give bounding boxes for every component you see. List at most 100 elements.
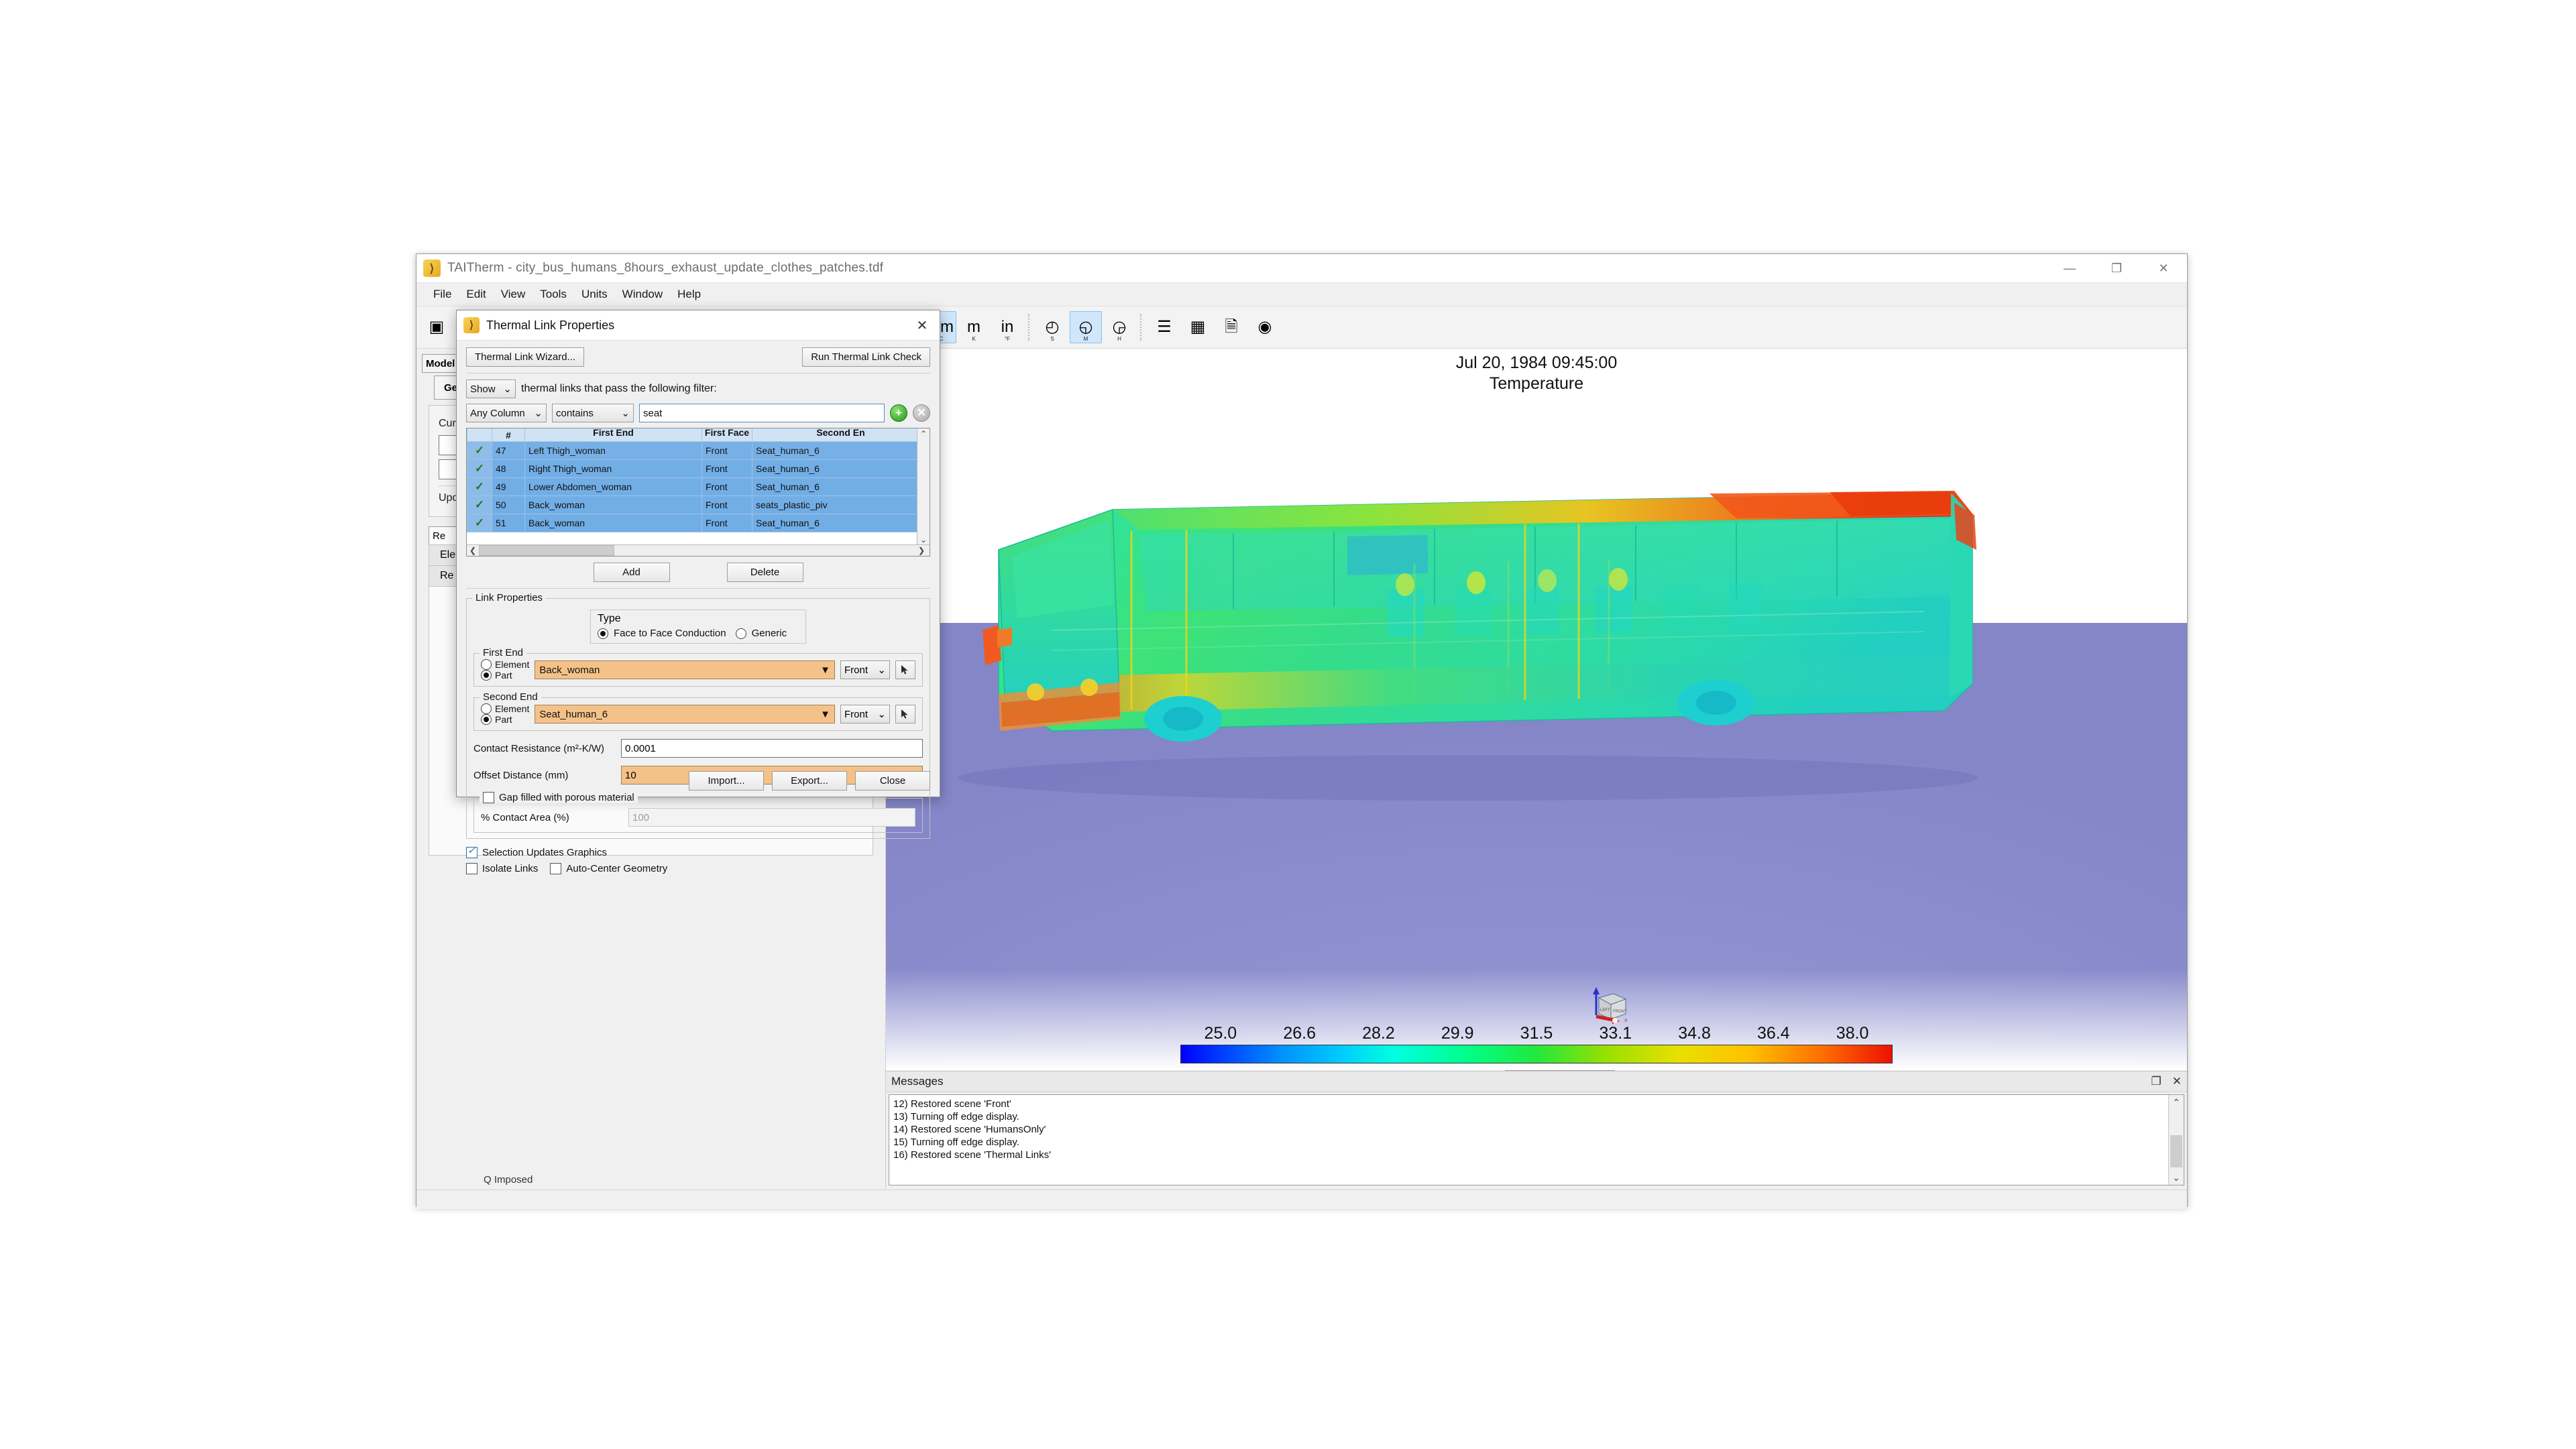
filter-operator-select[interactable]: contains ⌄ [552, 404, 634, 422]
units-in-fahrenheit-icon[interactable]: in °F [991, 311, 1023, 343]
delete-link-button[interactable]: Delete [726, 563, 803, 582]
second-end-pick-button[interactable] [895, 705, 915, 723]
camera-snapshot-icon[interactable]: ▣ [421, 311, 453, 343]
second-end-face-value: Front [844, 708, 869, 720]
close-button[interactable]: ✕ [2140, 254, 2187, 282]
menu-help[interactable]: Help [670, 285, 708, 304]
export-button[interactable]: Export... [772, 771, 847, 791]
filter-query-input[interactable]: seat [639, 404, 885, 422]
time-hours-icon[interactable]: ◶ H [1103, 311, 1135, 343]
scroll-down-icon[interactable]: ⌄ [2169, 1170, 2184, 1185]
add-filter-icon[interactable]: + [890, 404, 907, 422]
table-scroll-up-icon[interactable]: ⌃ [917, 428, 930, 439]
table-row[interactable]: ✓ 47 Left Thigh_woman Front Seat_human_6 [467, 441, 930, 460]
time-hours-icon-label: H [1117, 336, 1121, 342]
column-header-2[interactable]: First End [524, 428, 702, 442]
chevron-down-icon: ▼ [820, 664, 830, 676]
second-end-row: Element Part Seat_human_6 ▼ Front ⌄ [481, 703, 915, 725]
table-row[interactable]: ✓ 50 Back_woman Front seats_plastic_piv [467, 496, 930, 514]
thermal-link-wizard-button[interactable]: Thermal Link Wizard... [466, 347, 585, 367]
contact-resistance-label: Contact Resistance (m²-K/W) [473, 742, 605, 754]
toolbar-separator [1140, 314, 1143, 341]
table-view-icon[interactable]: ▦ [1182, 311, 1214, 343]
tab-model[interactable]: Model [422, 354, 459, 373]
add-link-button[interactable]: Add [593, 563, 670, 582]
filter-criteria-row: Any Column ⌄ contains ⌄ seat + ✕ [466, 404, 930, 422]
report-icon[interactable]: 🗎 [1215, 311, 1247, 343]
second-end-face-select[interactable]: Front ⌄ [840, 705, 890, 723]
row-first-end: Left Thigh_woman [524, 441, 702, 460]
camera-snapshot-icon-glyph: ▣ [429, 318, 445, 336]
restore-button[interactable]: ❐ [2093, 254, 2140, 282]
status-light-icon[interactable]: ◉ [1249, 311, 1281, 343]
3d-viewport[interactable]: Jul 20, 1984 09:45:00 Temperature LEFT F… [886, 349, 2187, 1070]
messages-scrollbar[interactable]: ⌃ ⌄ [2168, 1095, 2184, 1185]
column-header-4[interactable]: Second En [752, 428, 930, 442]
table-h-thumb[interactable] [479, 545, 614, 556]
import-button[interactable]: Import... [689, 771, 764, 791]
table-row[interactable]: ✓ 51 Back_woman Front Seat_human_6 [467, 514, 930, 532]
table-scroll-down-icon[interactable]: ⌄ [917, 534, 930, 545]
isolate-links-checkbox[interactable] [466, 863, 478, 874]
menu-units[interactable]: Units [574, 285, 615, 304]
contact-resistance-row: Contact Resistance (m²-K/W) 0.0001 [473, 739, 923, 758]
units-m-kelvin-icon[interactable]: mK [958, 311, 990, 343]
selection-updates-checkbox[interactable] [466, 845, 478, 858]
radio-generic[interactable] [735, 628, 746, 639]
radio-face-to-face[interactable] [598, 628, 608, 639]
report-icon-glyph: 🗎 [1225, 318, 1238, 336]
contact-resistance-input[interactable]: 0.0001 [621, 739, 923, 758]
column-header-0[interactable] [467, 428, 492, 442]
list-view-icon-glyph: ☰ [1157, 318, 1172, 336]
filter-show-select[interactable]: Show ⌄ [466, 380, 516, 398]
scroll-thumb[interactable] [2170, 1135, 2182, 1167]
row-number: 47 [492, 441, 525, 460]
dialog-close-button[interactable]: ✕ [905, 310, 940, 340]
time-minutes-icon[interactable]: ◵ M [1070, 311, 1102, 343]
menu-edit[interactable]: Edit [459, 285, 493, 304]
column-header-3[interactable]: First Face [702, 428, 752, 442]
menu-window[interactable]: Window [615, 285, 670, 304]
table-row[interactable]: ✓ 48 Right Thigh_woman Front Seat_human_6 [467, 459, 930, 478]
table-row[interactable]: ✓ 49 Lower Abdomen_woman Front Seat_human_6 [467, 477, 930, 496]
radio-first-element[interactable] [481, 659, 492, 670]
orientation-gizmo[interactable]: LEFT FRONT X [1587, 983, 1634, 1030]
second-end-part-select[interactable]: Seat_human_6 ▼ [535, 705, 835, 723]
filter-column-select[interactable]: Any Column ⌄ [466, 404, 547, 422]
table-scroll-left-icon[interactable]: ❮ [467, 546, 479, 555]
table-horizontal-scrollbar[interactable]: ❮ ❯ [467, 544, 930, 556]
first-end-pick-button[interactable] [895, 660, 915, 679]
colorbar-tick-0: 25.0 [1204, 1024, 1237, 1043]
scroll-up-icon[interactable]: ⌃ [2169, 1095, 2184, 1110]
messages-list[interactable]: 12) Restored scene 'Front' 13) Turning of… [889, 1094, 2184, 1185]
table-scroll-right-icon[interactable]: ❯ [913, 546, 930, 555]
clear-filter-icon[interactable]: ✕ [913, 404, 930, 422]
menu-tools[interactable]: Tools [533, 285, 574, 304]
dialog-close-action-button[interactable]: Close [855, 771, 930, 791]
minimize-button[interactable]: — [2046, 254, 2093, 282]
menu-view[interactable]: View [494, 285, 533, 304]
row-second-end: Seat_human_6 [752, 441, 930, 460]
list-view-icon[interactable]: ☰ [1148, 311, 1180, 343]
first-end-face-select[interactable]: Front ⌄ [840, 660, 890, 679]
radio-second-part[interactable] [481, 714, 492, 725]
selection-updates-row: Selection Updates Graphics [466, 845, 930, 858]
first-end-part-select[interactable]: Back_woman ▼ [535, 660, 835, 679]
radio-second-element[interactable] [481, 703, 492, 714]
thermal-link-properties-dialog: ⟩ Thermal Link Properties ✕ Thermal Link… [456, 310, 940, 874]
radio-first-part[interactable] [481, 670, 492, 681]
messages-float-icon[interactable]: ❐ [2151, 1075, 2162, 1088]
run-thermal-link-check-button[interactable]: Run Thermal Link Check [802, 347, 930, 367]
chevron-down-icon: ▼ [820, 708, 830, 720]
table-vertical-scrollbar[interactable]: ⌃ ⌄ [917, 428, 930, 545]
window-buttons: — ❐ ✕ [2046, 254, 2187, 282]
gap-porous-checkbox[interactable] [483, 792, 494, 803]
thermal-links-table[interactable]: ^#First EndFirst FaceSecond En✓47Left Th… [466, 428, 930, 557]
menu-file[interactable]: File [426, 285, 459, 304]
auto-center-checkbox[interactable] [550, 863, 562, 874]
colorbar-tick-2: 28.2 [1362, 1024, 1395, 1043]
messages-close-icon[interactable]: ✕ [2172, 1075, 2182, 1088]
time-seconds-icon[interactable]: ◴ S [1036, 311, 1068, 343]
column-header-1[interactable]: ^# [492, 428, 525, 442]
label-second-element: Element [495, 703, 530, 714]
